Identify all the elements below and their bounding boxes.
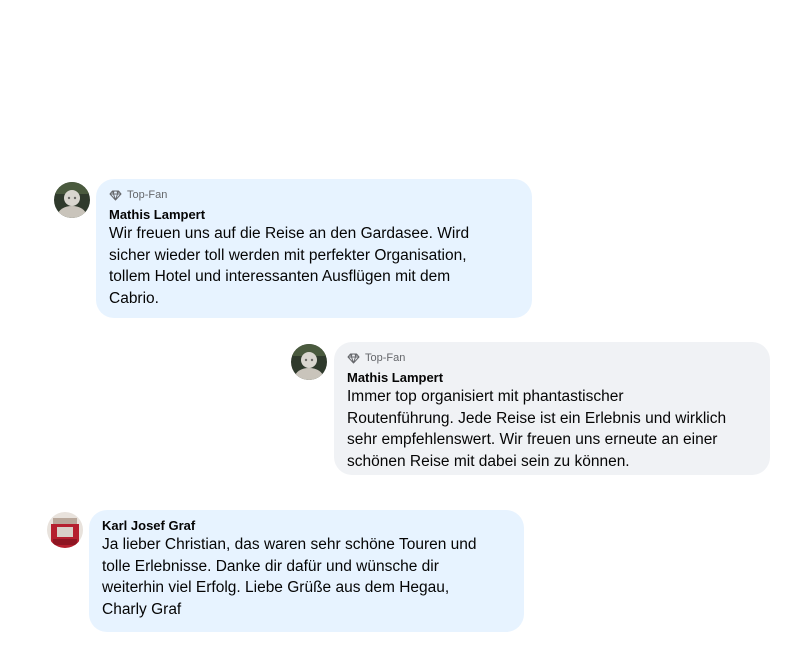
top-fan-badge: Top-Fan bbox=[347, 350, 757, 366]
comment-text: Ja lieber Christian, das waren sehr schö… bbox=[102, 536, 477, 618]
diamond-icon bbox=[109, 190, 122, 200]
comment-text: Immer top organisiert mit phantastischer… bbox=[347, 388, 727, 470]
comment-author[interactable]: Mathis Lampert bbox=[109, 207, 519, 223]
badge-label: Top-Fan bbox=[365, 352, 406, 364]
avatar-karl-josef-graf[interactable] bbox=[47, 512, 83, 548]
comment-bubble: Karl Josef Graf Ja lieber Christian, das… bbox=[89, 510, 524, 632]
avatar-mathis-lampert[interactable] bbox=[291, 344, 327, 380]
comment-bubble: Top-Fan Mathis Lampert Wir freuen uns au… bbox=[96, 179, 532, 318]
comment-text: Wir freuen uns auf die Reise an den Gard… bbox=[109, 225, 470, 307]
badge-label: Top-Fan bbox=[127, 189, 168, 201]
comment-author[interactable]: Karl Josef Graf bbox=[102, 518, 511, 534]
avatar-mathis-lampert[interactable] bbox=[54, 182, 90, 218]
comment-bubble: Top-Fan Mathis Lampert Immer top organis… bbox=[334, 342, 770, 475]
comment-author[interactable]: Mathis Lampert bbox=[347, 370, 757, 386]
diamond-icon bbox=[347, 353, 360, 363]
top-fan-badge: Top-Fan bbox=[109, 187, 519, 203]
